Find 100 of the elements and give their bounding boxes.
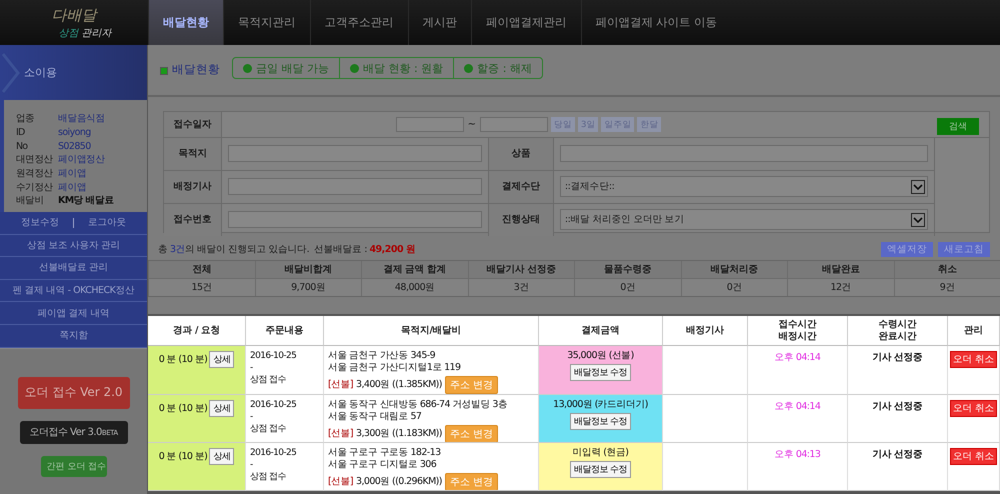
field-label: 접수일자 (164, 112, 222, 137)
info-label: 원격정산 (16, 167, 54, 180)
detail-button[interactable]: 상세 (209, 448, 234, 465)
payment-amount: 35,000원 (선불) (567, 350, 634, 362)
status-text: 기사 선정중 (872, 401, 922, 412)
payment-amount: 미입력 (현금) (572, 447, 628, 459)
cancel-button[interactable]: 오더 취소 (950, 400, 997, 417)
field-label: 배정기사 (164, 170, 222, 203)
table-cell: 12건 (787, 279, 894, 296)
order-date: 2016-10-25 (250, 447, 298, 459)
cancel-button[interactable]: 오더 취소 (950, 448, 997, 465)
status-text: 기사 선정중 (872, 449, 922, 460)
select-field[interactable]: ::결제수단:: (560, 176, 928, 198)
fee-text: 3,300원 ((1.183KM)) (356, 428, 442, 440)
info-label: 업종 (16, 112, 36, 126)
address-change-button[interactable]: 주소 변경 (444, 473, 498, 490)
date-field[interactable] (396, 116, 464, 132)
detail-button[interactable]: 상세 (209, 400, 234, 417)
account-link[interactable]: 정보수정 (21, 216, 59, 230)
nav-tab[interactable]: 목적지관리 (223, 0, 310, 45)
column-header: 배달기사 선정중 (468, 261, 574, 279)
field-label: 접수번호 (164, 204, 222, 236)
info-label: No (16, 140, 28, 152)
table-cell: 0건 (574, 279, 680, 296)
order-button[interactable]: 간편 오더 접수 (40, 456, 106, 477)
info-value: soiyong (58, 127, 91, 138)
order-source: 상점 접수 (250, 423, 287, 435)
order-date: 2016-10-25 (250, 350, 298, 362)
dropdown-icon[interactable] (911, 180, 925, 194)
input-field[interactable] (560, 145, 928, 162)
logo-title: 다배달 (52, 6, 96, 24)
dropdown-icon[interactable] (911, 212, 925, 227)
search-button[interactable]: 검색 (937, 118, 979, 135)
dash-text: - (250, 362, 254, 374)
column-header: 전체 (148, 261, 254, 279)
address-text: 서울 구로구 디지털로 306 (328, 459, 438, 471)
nav-tab[interactable]: 고객주소관리 (310, 0, 408, 45)
user-name: 소이용 (24, 65, 57, 80)
column-header: 결제 금액 합계 (361, 261, 468, 279)
edit-button[interactable]: 배달정보 수정 (570, 413, 632, 430)
toolbar-button[interactable]: 새로고침 (938, 242, 990, 257)
logo-subtitle: 상점 관리자 (57, 26, 112, 40)
date-field[interactable] (480, 116, 548, 132)
address-change-button[interactable]: 주소 변경 (444, 425, 498, 442)
time-text: 오후 04:13 (774, 449, 820, 460)
elapsed-time: 0 분 (10 분) (158, 403, 208, 415)
column-header: 접수시간 배정시간 (748, 316, 848, 346)
fee-text: 3,400원 ((1.385KM)) (356, 379, 442, 391)
detail-button[interactable]: 상세 (209, 351, 234, 368)
table-cell: 9,700원 (254, 279, 361, 296)
field-label: 진행상태 (488, 204, 554, 236)
column-header: 배달처리중 (680, 261, 787, 279)
payment-amount: 13,000원 (카드리더기) (553, 399, 648, 411)
table-cell: 3건 (468, 279, 574, 296)
nav-tab[interactable]: 페이앱결제관리 (471, 0, 580, 45)
input-field[interactable] (228, 145, 482, 162)
info-label: 수기정산 (16, 180, 54, 194)
order-button[interactable]: 오더 접수 Ver 2.0 (18, 376, 130, 409)
dash-text: - (250, 411, 254, 423)
sidebar-menu-item[interactable]: 페이앱 결제 내역 (0, 302, 147, 325)
column-header: 취소 (894, 261, 1000, 279)
sidebar-menu-item[interactable]: 선불배달료 관리 (0, 257, 147, 280)
sidebar-menu-item[interactable]: 펜 결제 내역 - OKCHECK정산 (0, 280, 147, 302)
toolbar-button[interactable]: 엑셀저장 (881, 242, 933, 257)
elapsed-time: 0 분 (10 분) (158, 354, 208, 366)
table-cell: 0건 (680, 279, 787, 296)
column-header: 배달비합계 (254, 261, 361, 279)
edit-button[interactable]: 배달정보 수정 (570, 364, 632, 381)
nav-tab[interactable]: 배달현황 (148, 0, 223, 45)
time-text: 오후 04:14 (774, 401, 820, 412)
address-text: 서울 동작구 대림로 57 (328, 411, 422, 423)
info-value: 배달음식점 (58, 112, 106, 126)
address-change-button[interactable]: 주소 변경 (444, 376, 498, 394)
info-value: S02850 (58, 140, 91, 152)
sidebar-menu-item[interactable]: 쪽지함 (0, 324, 147, 348)
info-label: 배달비 (16, 194, 45, 208)
elapsed-time: 0 분 (10 분) (158, 451, 208, 463)
edit-button[interactable]: 배달정보 수정 (570, 461, 632, 478)
sidebar-menu-item[interactable]: 상점 보조 사용자 관리 (0, 234, 147, 258)
table-cell: 15건 (148, 279, 254, 296)
info-value: 페이앱정산 (58, 153, 106, 166)
table-cell: 9건 (894, 279, 1000, 296)
info-value: 페이앱 (58, 180, 86, 194)
field-label: 결제수단 (488, 170, 554, 203)
cancel-button[interactable]: 오더 취소 (950, 351, 997, 368)
account-link[interactable]: 로그아웃 (88, 216, 126, 230)
order-source: 상점 접수 (250, 374, 287, 386)
column-header: 배정기사 (663, 316, 748, 346)
address-text: 서울 구로구 구로동 182-13 (328, 447, 442, 459)
info-value: KM당 배달료 (58, 194, 114, 208)
nav-tab[interactable]: 게시판 (408, 0, 471, 45)
address-text: 서울 금천구 가산디지털1로 119 (328, 362, 462, 374)
input-field[interactable] (228, 211, 482, 228)
input-field[interactable] (228, 178, 482, 196)
info-label: ID (16, 127, 26, 138)
select-field[interactable]: ::배달 처리중인 오더만 보기 (560, 209, 928, 230)
field-label: 목적지 (164, 138, 222, 170)
column-header: 배달완료 (787, 261, 894, 279)
column-header: 목적지/배달비 (324, 316, 539, 346)
nav-tab[interactable]: 페이앱결제 사이트 이동 (580, 0, 731, 45)
